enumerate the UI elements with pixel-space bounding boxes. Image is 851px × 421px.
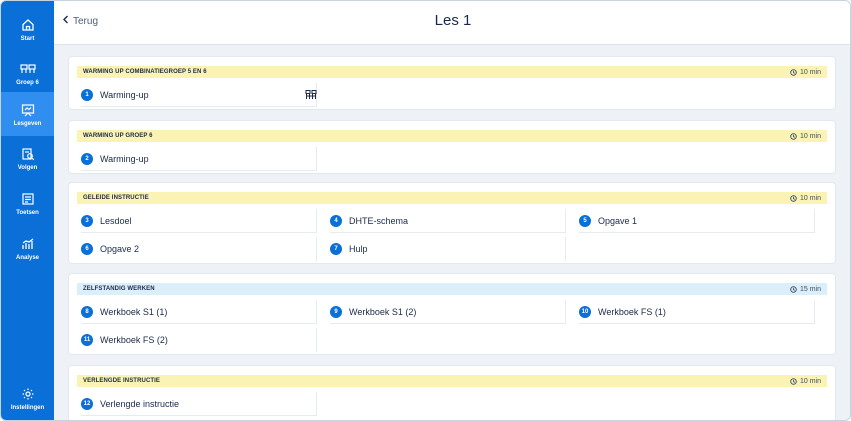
chart-icon — [20, 236, 36, 252]
section-title: ZELFSTANDIG WERKEN — [83, 286, 155, 292]
item-number-badge: 12 — [81, 397, 93, 410]
item-label: Opgave 2 — [100, 244, 140, 254]
duration-label: 15 min — [799, 285, 821, 293]
section-header: ZELFSTANDIG WERKEN 15 min — [77, 283, 827, 295]
home-icon — [20, 17, 36, 33]
section-duration: 15 min — [790, 286, 821, 293]
item-number-badge: 10 — [579, 305, 591, 318]
sidebar-item-label: Toetsen — [16, 209, 39, 216]
item-number-badge: 3 — [81, 214, 93, 227]
item-label: Warming-up — [100, 153, 149, 164]
item-label: Hulp — [349, 244, 368, 254]
lesson-section: WARMING UP COMBINATIEGROEP 5 EN 6 10 min… — [68, 56, 836, 110]
section-title: WARMING UP COMBINATIEGROEP 5 EN 6 — [83, 69, 207, 75]
item-label: Verlengde instructie — [100, 398, 180, 409]
item-label: Werkboek FS (1) — [598, 306, 666, 317]
duration-label: 10 min — [799, 68, 821, 76]
lesson-item[interactable]: 8 Werkboek S1 (1) — [81, 300, 317, 324]
chevron-left-icon — [62, 15, 69, 27]
top-bar: Terug Les 1 — [54, 1, 850, 45]
item-number-badge: 4 — [330, 214, 342, 227]
lesson-item[interactable]: 1 Warming-up — [81, 83, 317, 107]
section-duration: 10 min — [790, 69, 821, 76]
duration-label: 10 min — [799, 132, 821, 140]
clock-icon — [790, 377, 797, 385]
item-number-badge: 6 — [81, 243, 93, 255]
section-header: VERLENGDE INSTRUCTIE 10 min — [77, 375, 827, 387]
group-icon — [305, 90, 317, 99]
lesson-item[interactable]: 6 Opgave 2 — [81, 237, 317, 261]
lesson-item[interactable]: 9 Werkboek S1 (2) — [330, 300, 566, 324]
test-icon — [20, 191, 36, 207]
item-number-badge: 11 — [81, 334, 93, 346]
section-title: WARMING UP GROEP 6 — [83, 133, 153, 139]
sidebar-item-toetsen[interactable]: Toetsen — [1, 181, 54, 225]
lesson-item[interactable]: 2 Warming-up — [81, 147, 317, 171]
lesson-section: GELEIDE INSTRUCTIE 10 min 3 Lesdoel 4 DH… — [68, 182, 836, 264]
gear-icon — [20, 386, 36, 402]
clock-icon — [790, 285, 797, 293]
duration-label: 10 min — [799, 194, 821, 202]
item-label: Werkboek S1 (1) — [100, 306, 168, 317]
clock-icon — [790, 68, 797, 76]
sidebar-item-instellingen[interactable]: Instellingen — [1, 376, 54, 420]
lesson-section: WARMING UP GROEP 6 10 min 2 Warming-up — [68, 120, 836, 174]
sidebar: Start Groep 6 Lesgeven Volgen Toetsen An… — [1, 1, 54, 420]
item-label: Lesdoel — [100, 215, 132, 226]
sidebar-item-analyse[interactable]: Analyse — [1, 226, 54, 270]
app-window: Start Groep 6 Lesgeven Volgen Toetsen An… — [0, 0, 851, 421]
sidebar-item-lesgeven[interactable]: Lesgeven — [1, 92, 54, 136]
sidebar-item-label: Start — [20, 35, 35, 42]
back-button[interactable]: Terug — [62, 15, 98, 27]
item-number-badge: 5 — [579, 214, 591, 227]
item-label: Werkboek FS (2) — [100, 335, 168, 345]
lesson-item[interactable]: 4 DHTE-schema — [330, 209, 566, 233]
item-label: Werkboek S1 (2) — [349, 306, 417, 317]
clock-icon — [790, 132, 797, 140]
lesson-item[interactable]: 5 Opgave 1 — [579, 209, 815, 233]
sidebar-item-groep[interactable]: Groep 6 — [1, 51, 54, 95]
item-label: DHTE-schema — [349, 215, 409, 226]
sidebar-settings-label: Instellingen — [10, 404, 45, 411]
page-title: Les 1 — [434, 12, 472, 29]
lesson-item[interactable]: 7 Hulp — [330, 237, 566, 261]
lesson-content: WARMING UP COMBINATIEGROEP 5 EN 6 10 min… — [54, 45, 850, 420]
section-duration: 10 min — [790, 195, 821, 202]
lesson-item[interactable]: 11 Werkboek FS (2) — [81, 328, 317, 352]
sidebar-item-label: Analyse — [15, 254, 39, 261]
duration-label: 10 min — [799, 377, 821, 385]
item-number-badge: 9 — [330, 305, 342, 318]
section-title: GELEIDE INSTRUCTIE — [83, 195, 149, 201]
sidebar-item-label: Lesgeven — [13, 120, 42, 127]
lesson-item[interactable]: 10 Werkboek FS (1) — [579, 300, 815, 324]
back-label: Terug — [73, 15, 99, 27]
board-icon — [20, 102, 36, 118]
item-label: Warming-up — [100, 89, 149, 100]
item-number-badge: 7 — [330, 243, 342, 255]
group-icon — [19, 61, 36, 77]
item-number-badge: 1 — [81, 88, 93, 101]
sidebar-item-start[interactable]: Start — [1, 7, 54, 51]
clock-icon — [790, 194, 797, 202]
item-number-badge: 8 — [81, 305, 93, 318]
section-duration: 10 min — [790, 378, 821, 385]
lesson-item[interactable]: 12 Verlengde instructie — [81, 392, 317, 416]
section-header: WARMING UP COMBINATIEGROEP 5 EN 6 10 min — [77, 66, 827, 78]
item-number-badge: 2 — [81, 152, 93, 165]
item-label: Opgave 1 — [598, 215, 638, 226]
section-title: VERLENGDE INSTRUCTIE — [83, 378, 161, 384]
sidebar-item-label: Volgen — [17, 164, 38, 171]
sidebar-item-label: Groep 6 — [16, 79, 39, 86]
lesson-section: ZELFSTANDIG WERKEN 15 min 8 Werkboek S1 … — [68, 273, 836, 355]
lesson-section: VERLENGDE INSTRUCTIE 10 min 12 Verlengde… — [68, 365, 836, 420]
section-duration: 10 min — [790, 133, 821, 140]
sidebar-item-volgen[interactable]: Volgen — [1, 136, 54, 180]
section-header: GELEIDE INSTRUCTIE 10 min — [77, 192, 827, 204]
lesson-item[interactable]: 3 Lesdoel — [81, 209, 317, 233]
clipboard-search-icon — [20, 146, 36, 162]
section-header: WARMING UP GROEP 6 10 min — [77, 130, 827, 142]
